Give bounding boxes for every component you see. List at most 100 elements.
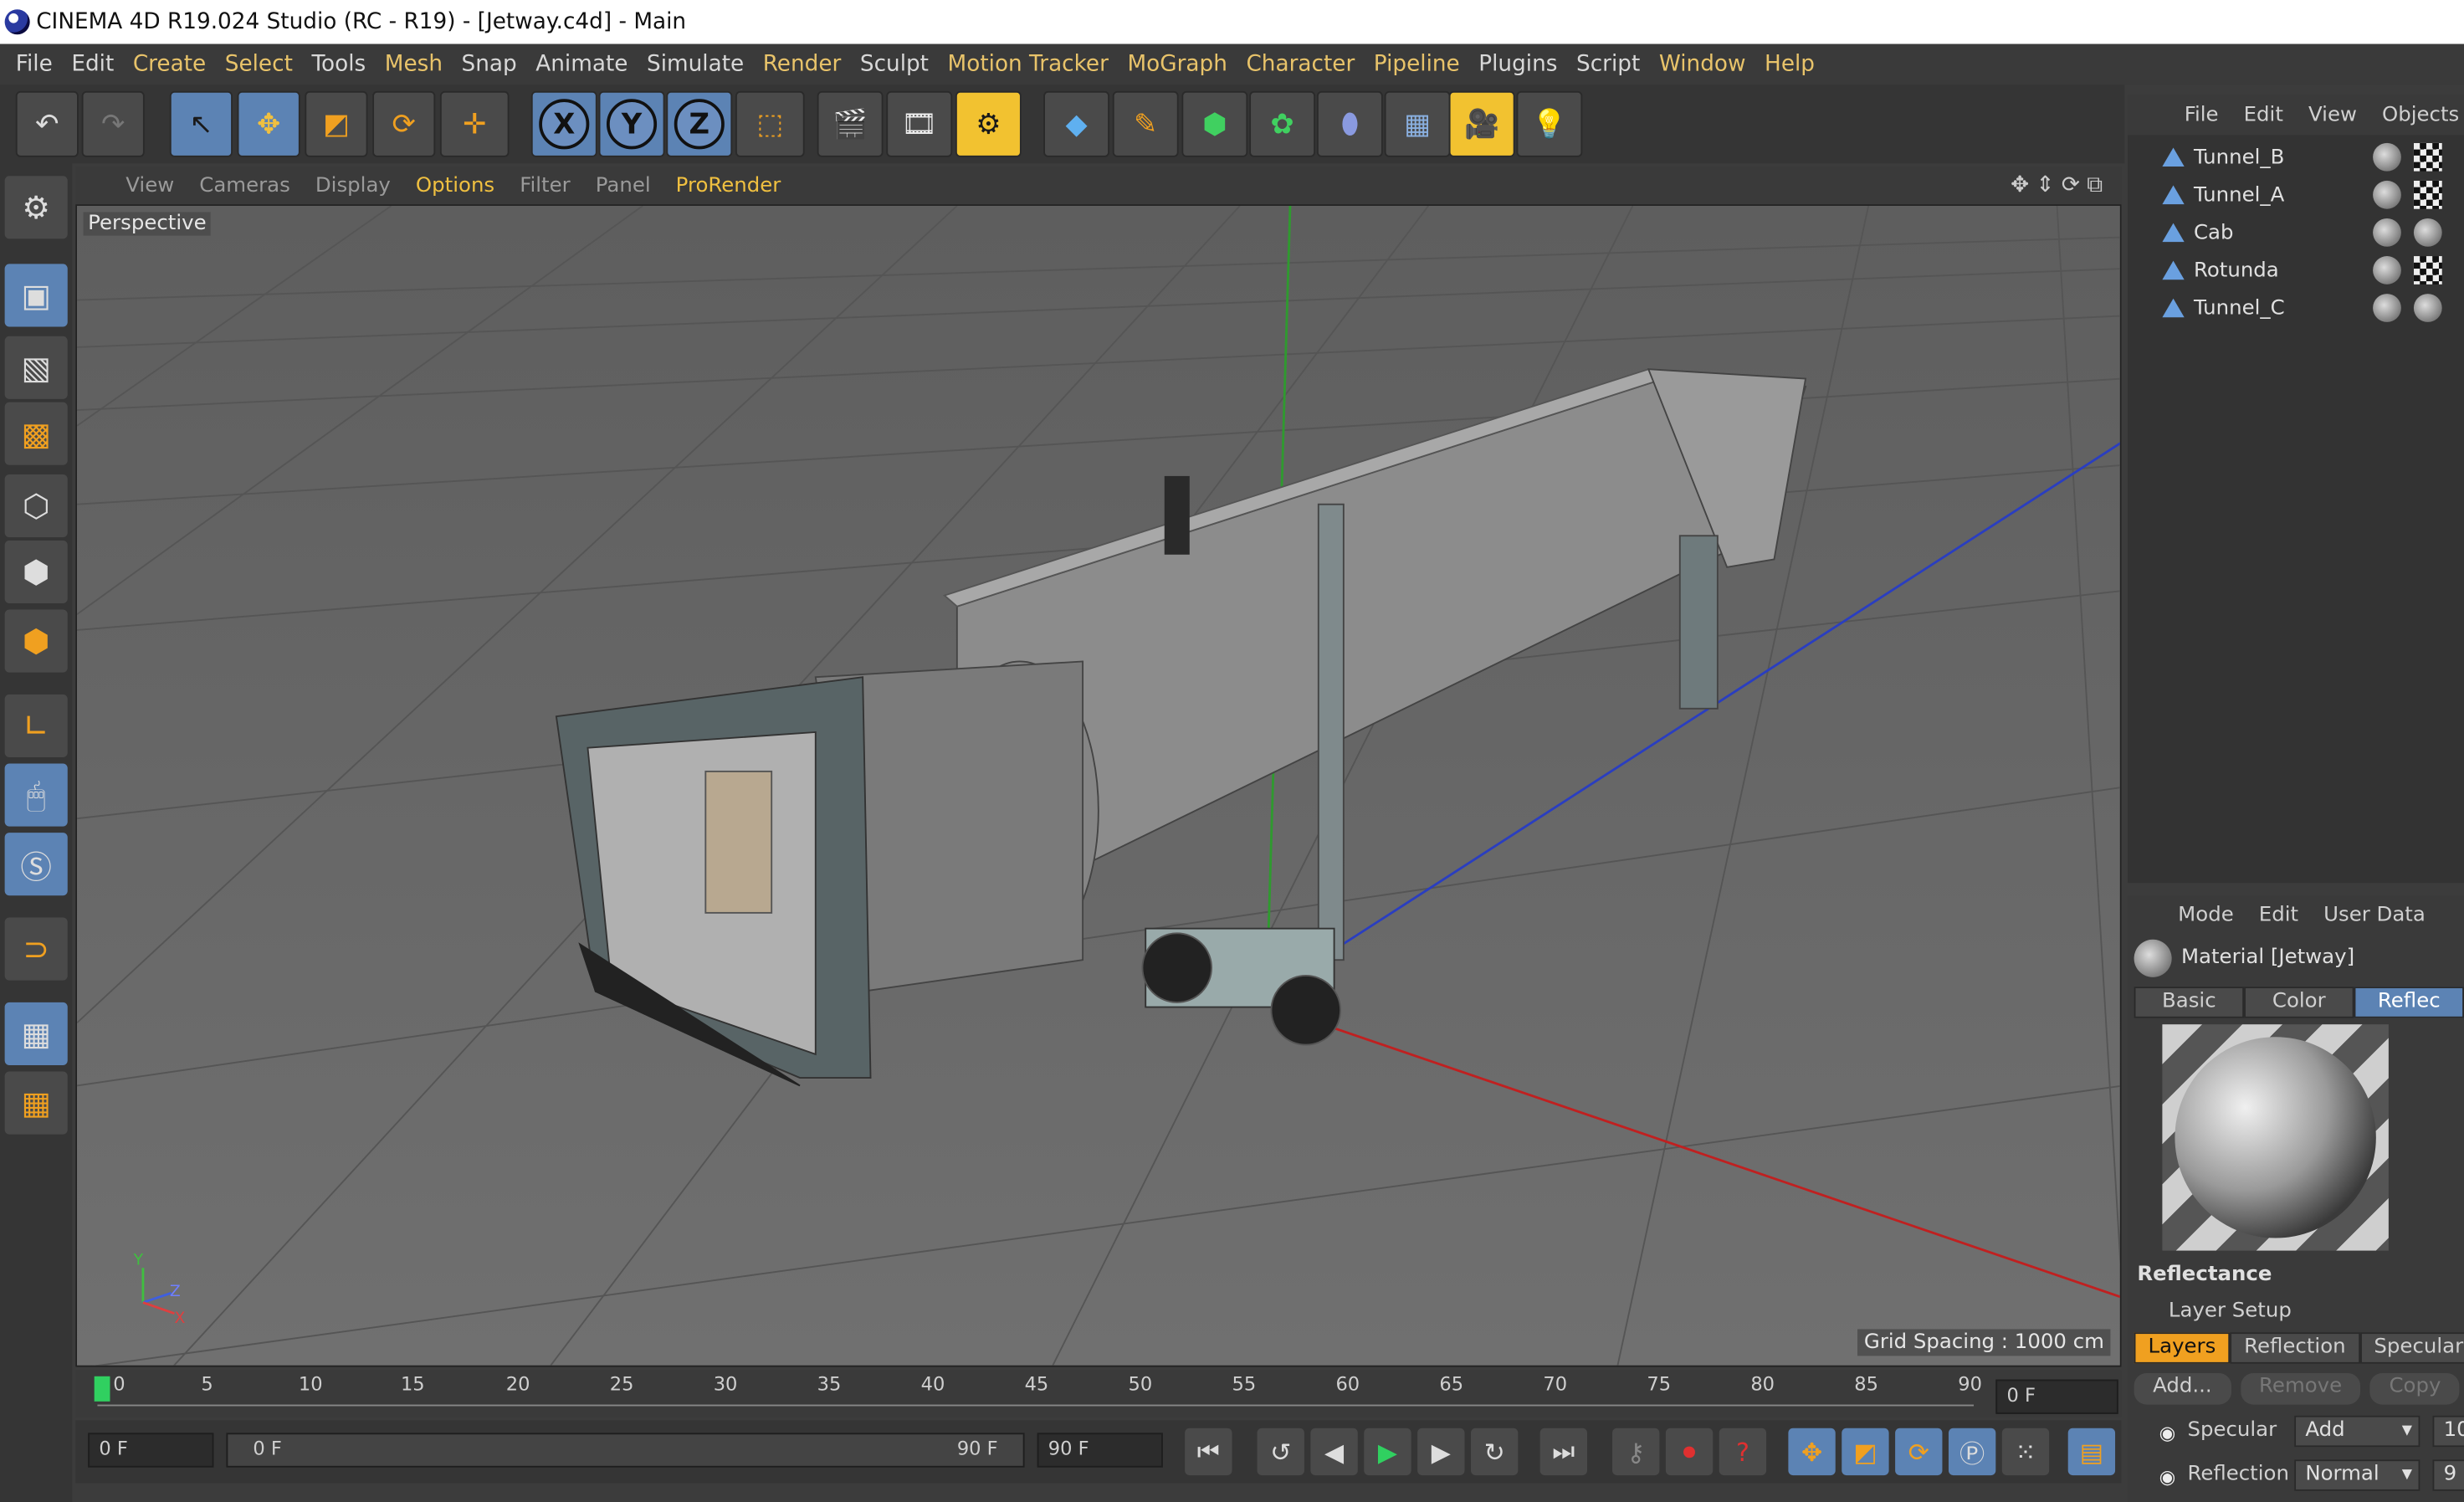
axis-mode-button[interactable]: ∟ [4, 694, 68, 758]
edges-mode-button[interactable]: ⬢ [4, 540, 68, 603]
viewport-menu-panel[interactable]: Panel [583, 173, 663, 197]
object-row[interactable]: Tunnel_A [2128, 176, 2464, 213]
texture-tag-icon[interactable] [2413, 256, 2442, 285]
menu-mograph[interactable]: MoGraph [1118, 52, 1237, 77]
menu-render[interactable]: Render [753, 52, 850, 77]
key-scale-button[interactable]: ◩ [1842, 1428, 1889, 1476]
next-frame-button[interactable]: ▶ [1417, 1428, 1465, 1476]
viewport-menu-filter[interactable]: Filter [507, 173, 583, 197]
undo-button[interactable]: ↶ [15, 90, 79, 157]
material-tag-icon[interactable] [2373, 142, 2401, 172]
start-frame-field[interactable]: 0 F [88, 1433, 214, 1468]
deformer-button[interactable]: ⬮ [1316, 90, 1383, 157]
material-tag-icon[interactable] [2413, 294, 2442, 322]
previous-frame-button[interactable]: ◀ [1310, 1428, 1358, 1476]
menu-sculpt[interactable]: Sculpt [851, 52, 939, 77]
planar-workplane-button[interactable]: ▦ [4, 1071, 68, 1135]
tab-color[interactable]: Color [2244, 987, 2354, 1018]
coordinate-system-button[interactable]: ⬚ [735, 90, 805, 157]
key-rotation-button[interactable]: ⟳ [1895, 1428, 1943, 1476]
menu-character[interactable]: Character [1237, 52, 1364, 77]
texture-tag-icon[interactable] [2413, 142, 2442, 172]
viewport-menu-view[interactable]: View [113, 173, 187, 197]
previous-key-button[interactable]: ↺ [1257, 1428, 1304, 1476]
layer-strength-field[interactable]: 9 [2432, 1459, 2464, 1491]
key-pla-button[interactable]: ⁙ [2001, 1428, 2050, 1476]
workplane-button[interactable]: ▩ [4, 402, 68, 465]
menu-animate[interactable]: Animate [526, 52, 638, 77]
remove-layer-button[interactable]: Remove [2240, 1373, 2361, 1405]
material-tag-icon[interactable] [2413, 218, 2442, 247]
menu-motion-tracker[interactable]: Motion Tracker [938, 52, 1118, 77]
tab-reflection[interactable]: Reflection [2230, 1332, 2360, 1364]
object-name[interactable]: Rotunda [2194, 259, 2279, 282]
move-tool-button[interactable]: ✥ [237, 90, 300, 157]
object-name[interactable]: Cab [2194, 221, 2234, 244]
tab-basic[interactable]: Basic [2134, 987, 2245, 1018]
layer-strength-field[interactable]: 10 [2432, 1415, 2464, 1448]
subdivision-button[interactable]: ⬢ [1181, 90, 1248, 157]
object-name[interactable]: Tunnel_B [2194, 146, 2284, 169]
redo-button[interactable]: ↷ [81, 90, 145, 157]
copy-layer-button[interactable]: Copy [2369, 1373, 2460, 1405]
record-keys-button[interactable]: ⚷ [1612, 1428, 1660, 1476]
menu-edit[interactable]: Edit [62, 52, 123, 77]
object-menu-objects[interactable]: Objects [2369, 103, 2464, 126]
transform-tool-button[interactable]: ✛ [439, 90, 510, 157]
tweak-mode-button[interactable]: 🖱 [4, 763, 68, 827]
object-row[interactable]: Tunnel_C [2128, 289, 2464, 326]
light-button[interactable]: 💡 [1516, 90, 1583, 157]
material-tag-icon[interactable] [2373, 256, 2401, 285]
z-axis-lock-button[interactable]: Z [666, 90, 733, 157]
eye-icon[interactable]: ◉ [2159, 1422, 2176, 1443]
frame-range-slider[interactable]: 0 F 90 F [226, 1433, 1025, 1468]
current-frame-field[interactable]: 0 F [1995, 1379, 2118, 1414]
texture-mode-button[interactable]: ▧ [4, 336, 68, 399]
object-name[interactable]: Tunnel_A [2194, 183, 2284, 207]
play-button[interactable]: ▶ [1364, 1428, 1411, 1476]
next-key-button[interactable]: ↻ [1470, 1428, 1519, 1476]
menu-plugins[interactable]: Plugins [1469, 52, 1567, 77]
menu-script[interactable]: Script [1567, 52, 1650, 77]
go-to-start-button[interactable]: ⏮ [1185, 1428, 1232, 1476]
menu-snap[interactable]: Snap [452, 52, 526, 77]
polygons-mode-button[interactable]: ⬢ [4, 609, 68, 673]
menu-select[interactable]: Select [215, 52, 302, 77]
material-tag-icon[interactable] [2373, 218, 2401, 247]
go-to-end-button[interactable]: ⏭ [1539, 1428, 1587, 1476]
menu-help[interactable]: Help [1755, 52, 1824, 77]
menu-tools[interactable]: Tools [302, 52, 375, 77]
add-layer-button[interactable]: Add... [2134, 1373, 2231, 1405]
menu-file[interactable]: File [7, 52, 63, 77]
timeline-window-button[interactable]: ▤ [2067, 1428, 2116, 1476]
autokey-button[interactable]: ⏺ [1665, 1428, 1714, 1476]
menu-mesh[interactable]: Mesh [376, 52, 453, 77]
snap-button[interactable]: ⊃ [4, 917, 68, 981]
attr-menu-edit[interactable]: Edit [2246, 903, 2311, 926]
key-parameter-button[interactable]: Ⓟ [1948, 1428, 1996, 1476]
menu-simulate[interactable]: Simulate [638, 52, 754, 77]
object-row[interactable]: Rotunda [2128, 251, 2464, 289]
object-row[interactable]: Tunnel_B [2128, 138, 2464, 176]
object-menu-edit[interactable]: Edit [2231, 103, 2296, 126]
tab-reflectance[interactable]: Reflec [2354, 987, 2464, 1018]
menu-window[interactable]: Window [1650, 52, 1755, 77]
pen-spline-button[interactable]: ✎ [1112, 90, 1179, 157]
keyframe-selection-button[interactable]: ? [1719, 1428, 1767, 1476]
menu-pipeline[interactable]: Pipeline [1365, 52, 1469, 77]
eye-icon[interactable]: ◉ [2159, 1466, 2176, 1488]
object-name[interactable]: Tunnel_C [2194, 296, 2285, 320]
select-tool-button[interactable]: ↖ [169, 90, 233, 157]
camera-button[interactable]: 🎥 [1448, 90, 1515, 157]
render-picture-button[interactable]: 🎞 [886, 90, 953, 157]
material-preview[interactable] [2162, 1024, 2389, 1251]
cloner-button[interactable]: ✿ [1249, 90, 1316, 157]
points-mode-button[interactable]: ⬡ [4, 474, 68, 538]
timeline-ruler[interactable]: 0 5 10 15 20 25 30 35 40 45 50 55 60 65 … [75, 1370, 2122, 1417]
solo-button[interactable]: Ⓢ [4, 833, 68, 896]
material-tag-icon[interactable] [2373, 294, 2401, 322]
viewport-menu-display[interactable]: Display [303, 173, 403, 197]
make-editable-button[interactable]: ⚙ [4, 176, 68, 239]
y-axis-lock-button[interactable]: Y [598, 90, 665, 157]
viewport-menu-prorender[interactable]: ProRender [663, 173, 794, 197]
